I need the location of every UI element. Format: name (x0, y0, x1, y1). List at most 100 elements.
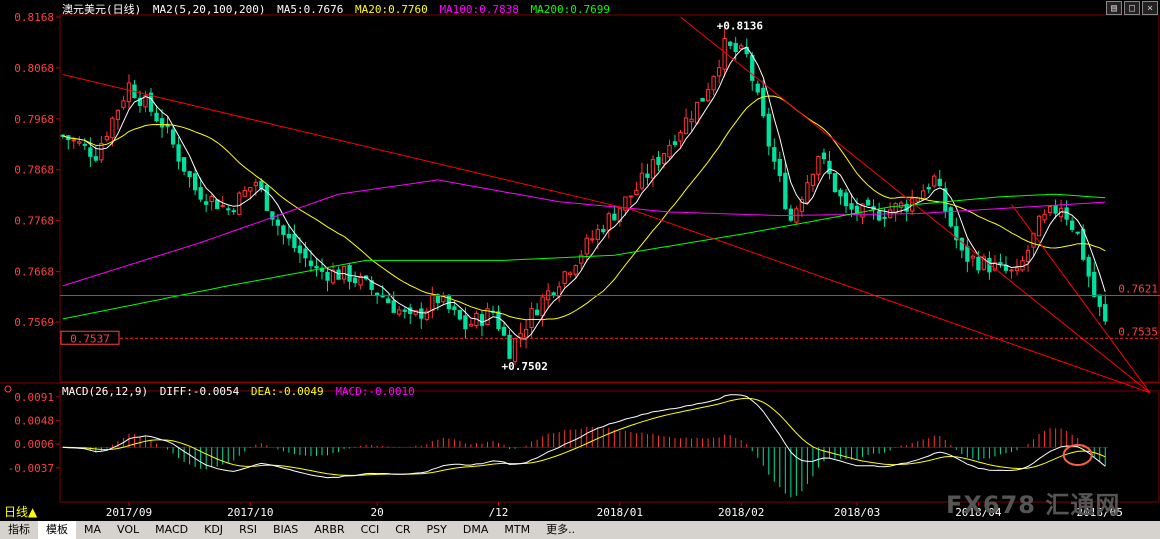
candle-body (259, 180, 264, 189)
candle-body (573, 265, 578, 275)
candle-body (805, 182, 810, 203)
price-level-label: 0.7621 (1118, 282, 1158, 295)
window-controls: ▤ □ × (1106, 1, 1158, 15)
indicator-dma[interactable]: DMA (455, 521, 497, 539)
y-tick-label: 0.7668 (14, 266, 54, 279)
candle-body (397, 309, 402, 315)
candle-body (645, 173, 650, 178)
indicator-rsi[interactable]: RSI (231, 521, 265, 539)
x-tick-label: 20 (371, 506, 384, 519)
candle-body (965, 246, 970, 262)
macd-tick-label: 0.0091 (14, 391, 54, 404)
macd-label: MACD(26,12,9) (62, 385, 149, 398)
candle-body (457, 309, 463, 320)
extreme-price-label: +0.8136 (717, 19, 764, 32)
macd-tick-label: 0.0048 (14, 415, 54, 428)
candle-body (198, 187, 203, 200)
tab-template[interactable]: 模板 (38, 521, 76, 539)
candle-body (854, 205, 860, 214)
close-button[interactable]: × (1142, 1, 1158, 15)
candle-body (170, 129, 176, 145)
ma20-value: MA20:0.7760 (354, 3, 428, 16)
x-tick-label: 2017/10 (227, 506, 273, 519)
candle-body (777, 158, 782, 176)
period-switch[interactable]: 日线▲ (4, 503, 37, 520)
layout-button[interactable]: ▤ (1106, 1, 1122, 15)
candle-body (126, 82, 132, 103)
candle-body (849, 203, 854, 210)
candle-body (661, 153, 667, 164)
candle-body (728, 41, 733, 46)
candle-body (1042, 213, 1047, 221)
candle-body (1020, 260, 1025, 271)
y-tick-label: 0.7569 (14, 316, 54, 329)
indicator-vol[interactable]: VOL (109, 521, 147, 539)
candle-body (568, 272, 573, 275)
indicator-ma[interactable]: MA (76, 521, 109, 539)
candle-body (529, 308, 534, 329)
indicator-mtm[interactable]: MTM (496, 521, 538, 539)
candle-body (192, 173, 198, 191)
candle-body (341, 266, 347, 280)
candle-body (468, 323, 474, 327)
extreme-price-label: +0.7502 (502, 360, 548, 373)
candle-body (352, 277, 358, 283)
candle-body (667, 144, 672, 158)
y-tick-label: 0.8068 (14, 62, 54, 75)
candle-body (948, 207, 953, 227)
indicator-more[interactable]: 更多.. (538, 521, 583, 539)
candle-body (154, 112, 159, 122)
indicator-toolbar: 指标 模板 MA VOL MACD KDJ RSI BIAS ARBR CCI … (0, 521, 1160, 539)
indicator-kdj[interactable]: KDJ (196, 521, 231, 539)
candle-body (683, 117, 689, 134)
diff-line (62, 394, 1106, 479)
candle-body (832, 173, 838, 193)
candle-body (1025, 249, 1031, 262)
candle-body (838, 189, 843, 197)
candle-body (893, 203, 898, 214)
candle-body (761, 87, 766, 117)
candle-body (810, 173, 816, 186)
y-tick-label: 0.7968 (14, 113, 54, 126)
candle-body (694, 101, 700, 124)
indicator-cr[interactable]: CR (387, 521, 418, 539)
candle-body (733, 42, 738, 53)
candle-body (248, 186, 253, 192)
candle-body (159, 118, 165, 128)
candle-body (1009, 269, 1014, 272)
candle-body (816, 156, 821, 175)
x-tick-label: /12 (489, 506, 509, 519)
indicator-arbr[interactable]: ARBR (306, 521, 352, 539)
candle-body (1075, 231, 1080, 234)
indicator-bias[interactable]: BIAS (265, 521, 306, 539)
candle-body (88, 147, 93, 157)
candle-body (237, 192, 242, 215)
candle-body (187, 171, 192, 178)
tab-indicator[interactable]: 指标 (0, 521, 38, 539)
ma5-value: MA5:0.7676 (277, 3, 344, 16)
candle-body (82, 143, 87, 146)
candle-body (551, 292, 556, 295)
indicator-psy[interactable]: PSY (419, 521, 455, 539)
macd-header: MACD(26,12,9) DIFF:-0.0054 DEA:-0.0049 M… (62, 385, 420, 398)
candle-body (253, 181, 258, 187)
indicator-cci[interactable]: CCI (353, 521, 388, 539)
candle-body (876, 211, 882, 221)
candle-body (93, 156, 99, 161)
candle-body (788, 208, 793, 221)
macd-value: MACD:-0.0010 (335, 385, 415, 398)
candle-body (99, 142, 104, 161)
candle-body (419, 308, 424, 319)
candle-body (595, 228, 600, 240)
candle-body (932, 175, 937, 187)
candle-body (242, 189, 247, 197)
candle-body (512, 338, 518, 362)
candle-body (104, 135, 110, 141)
indicator-macd[interactable]: MACD (147, 521, 196, 539)
ma-label: MA2(5,20,100,200) (152, 3, 266, 16)
candle-body (998, 262, 1003, 265)
maximize-button[interactable]: □ (1124, 1, 1140, 15)
candle-body (1036, 215, 1042, 237)
candle-body (1086, 257, 1091, 277)
candle-body (716, 67, 722, 77)
